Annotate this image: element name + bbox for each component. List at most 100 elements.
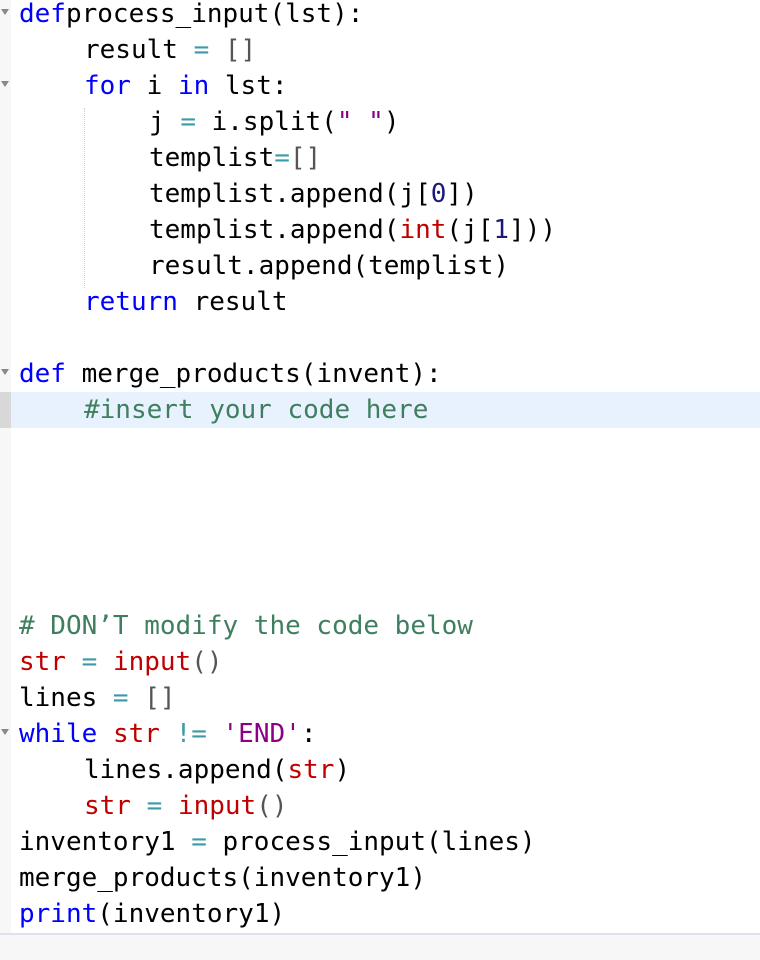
code-token: = bbox=[112, 683, 129, 713]
code-token: != bbox=[175, 719, 207, 749]
code-line[interactable] bbox=[0, 572, 760, 608]
code-token: while bbox=[19, 719, 98, 749]
code-text: merge_products(inventory1) bbox=[19, 860, 426, 896]
editor-bottom-bar bbox=[0, 933, 760, 960]
code-text: # DON’T modify the code below bbox=[19, 608, 473, 644]
code-token: = bbox=[274, 143, 290, 173]
code-text: defprocess_input(lst): bbox=[19, 0, 363, 32]
active-line-gutter-marker bbox=[0, 392, 11, 428]
code-line[interactable] bbox=[0, 428, 760, 464]
fold-arrow-icon[interactable] bbox=[1, 729, 9, 735]
code-token: process_input(lst): bbox=[65, 0, 364, 29]
fold-arrow-icon[interactable] bbox=[1, 81, 9, 87]
fold-arrow-icon[interactable] bbox=[1, 9, 9, 15]
code-line[interactable]: for i in lst: bbox=[0, 68, 760, 104]
code-line[interactable] bbox=[0, 536, 760, 572]
code-line[interactable]: inventory1 = process_input(lines) bbox=[0, 824, 760, 860]
code-line[interactable]: while str != 'END': bbox=[0, 716, 760, 752]
code-token: lines.append( bbox=[84, 755, 288, 785]
code-line-active[interactable]: #insert your code here bbox=[0, 392, 760, 428]
code-token: str bbox=[112, 719, 160, 749]
code-token: ]) bbox=[446, 179, 478, 209]
code-token: j bbox=[149, 107, 181, 137]
code-token: def bbox=[19, 0, 66, 29]
code-text: while str != 'END': bbox=[19, 716, 316, 752]
code-text: j = i.split(" ") bbox=[149, 104, 399, 140]
code-token: 0 bbox=[430, 179, 447, 209]
code-line[interactable] bbox=[0, 320, 760, 356]
code-token: templist.append( bbox=[149, 215, 400, 245]
code-token: merge_products(invent): bbox=[65, 359, 442, 389]
code-token: return bbox=[84, 287, 178, 317]
code-token: = bbox=[191, 827, 207, 857]
code-token: 1 bbox=[493, 215, 510, 245]
code-text: templist.append(int(j[1])) bbox=[149, 212, 556, 248]
code-line[interactable]: templist=[] bbox=[0, 140, 760, 176]
code-token: = bbox=[146, 791, 163, 821]
code-text: str = input() bbox=[19, 644, 223, 680]
code-text: #insert your code here bbox=[84, 392, 428, 428]
code-token: merge_products(inventory1) bbox=[19, 863, 426, 893]
code-token: i bbox=[130, 71, 178, 101]
code-text: result = [] bbox=[84, 32, 256, 68]
code-text: return result bbox=[84, 284, 288, 320]
code-text: for i in lst: bbox=[84, 68, 288, 104]
code-token: #insert your code here bbox=[84, 395, 429, 425]
code-token: = bbox=[193, 35, 210, 65]
code-token: print bbox=[19, 899, 98, 929]
fold-arrow-icon[interactable] bbox=[1, 369, 9, 375]
code-token: : bbox=[300, 719, 317, 749]
code-line[interactable]: lines = [] bbox=[0, 680, 760, 716]
code-line[interactable] bbox=[0, 500, 760, 536]
code-text: lines = [] bbox=[19, 680, 176, 716]
code-token: () bbox=[191, 647, 223, 677]
code-token: lst: bbox=[209, 71, 288, 101]
code-text: str = input() bbox=[84, 788, 288, 824]
code-line[interactable]: j = i.split(" ") bbox=[0, 104, 760, 140]
code-line[interactable]: def merge_products(invent): bbox=[0, 356, 760, 392]
code-line[interactable]: str = input() bbox=[0, 644, 760, 680]
code-text: print(inventory1) bbox=[19, 896, 285, 932]
code-editor[interactable]: defprocess_input(lst): result = [] for i i… bbox=[0, 0, 760, 933]
code-line[interactable]: lines.append(str) bbox=[0, 752, 760, 788]
code-token: templist.append(j[ bbox=[149, 179, 431, 209]
code-token: result bbox=[84, 35, 194, 65]
code-token: = bbox=[81, 647, 98, 677]
code-token: str bbox=[84, 791, 131, 821]
code-line[interactable]: templist.append(j[0]) bbox=[0, 176, 760, 212]
code-token: result bbox=[177, 287, 288, 317]
code-token: input bbox=[177, 791, 257, 821]
code-token: i.split( bbox=[195, 107, 337, 137]
code-token: ])) bbox=[509, 215, 557, 245]
code-token: 'END' bbox=[222, 719, 301, 749]
code-line[interactable]: templist.append(int(j[1])) bbox=[0, 212, 760, 248]
code-line[interactable]: print(inventory1) bbox=[0, 896, 760, 932]
code-text: result.append(templist) bbox=[149, 248, 509, 284]
code-token: = bbox=[180, 107, 196, 137]
code-text: templist=[] bbox=[149, 140, 321, 176]
code-line[interactable]: result = [] bbox=[0, 32, 760, 68]
code-token: input bbox=[112, 647, 192, 677]
code-token: ) bbox=[334, 755, 351, 785]
code-line[interactable]: result.append(templist) bbox=[0, 248, 760, 284]
code-line[interactable]: merge_products(inventory1) bbox=[0, 860, 760, 896]
code-line[interactable]: str = input() bbox=[0, 788, 760, 824]
code-token: result.append(templist) bbox=[149, 251, 510, 281]
code-text: templist.append(j[0]) bbox=[149, 176, 478, 212]
code-token: (inventory1) bbox=[97, 899, 286, 929]
code-line[interactable]: defprocess_input(lst): bbox=[0, 0, 760, 32]
code-token: def bbox=[19, 359, 66, 389]
code-line[interactable]: # DON’T modify the code below bbox=[0, 608, 760, 644]
code-token: [] bbox=[144, 683, 176, 713]
code-token: (j[ bbox=[446, 215, 494, 245]
code-token: lines bbox=[19, 683, 113, 713]
code-line[interactable]: return result bbox=[0, 284, 760, 320]
code-line[interactable] bbox=[0, 464, 760, 500]
